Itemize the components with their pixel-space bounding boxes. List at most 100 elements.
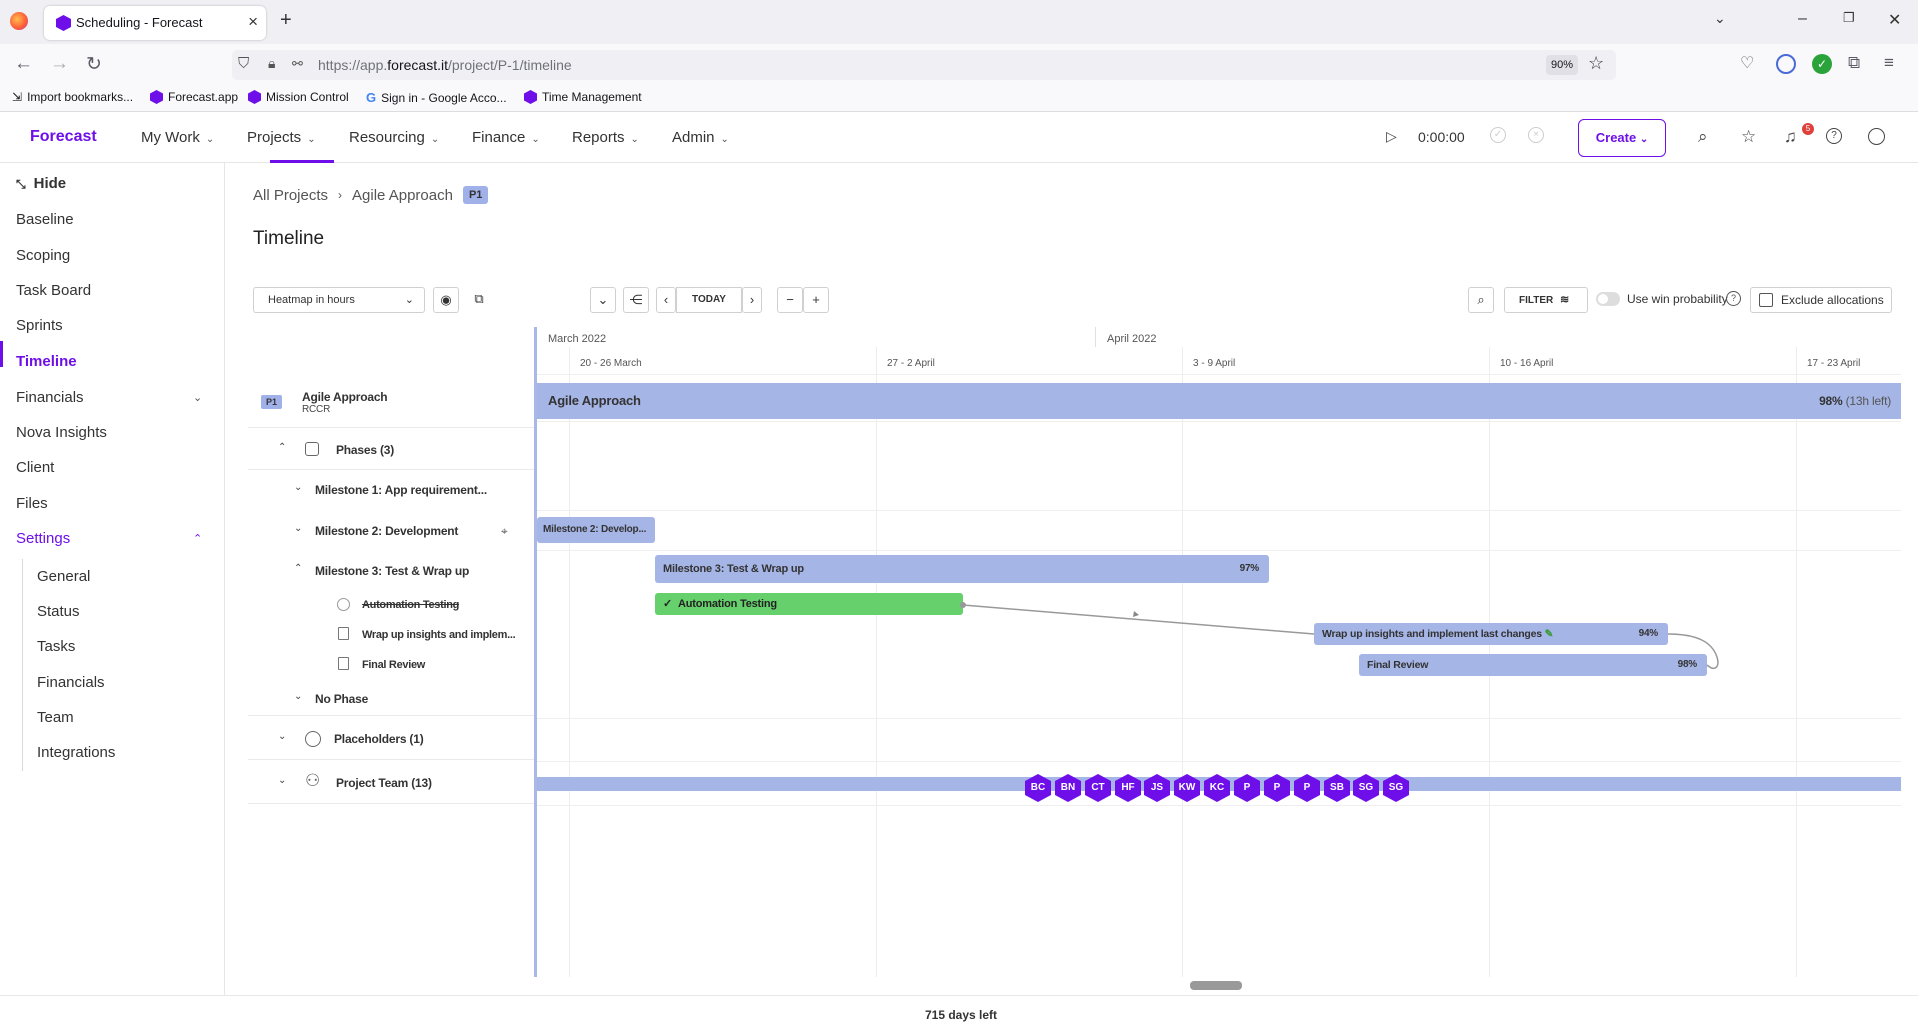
- tree-row-task-wrapup[interactable]: Wrap up insights and implem...: [248, 620, 534, 650]
- tree-row-no-phase[interactable]: ⌄ No Phase: [248, 682, 534, 716]
- tab-close-icon[interactable]: ×: [248, 12, 258, 32]
- sidebar-item-files[interactable]: Files: [16, 495, 48, 512]
- minimize-icon[interactable]: –: [1798, 10, 1807, 28]
- automation-testing-bar[interactable]: ✓ Automation Testing: [655, 593, 963, 615]
- milestone-2-bar[interactable]: Milestone 2: Develop...: [537, 517, 655, 543]
- pocket-icon[interactable]: ♡: [1740, 53, 1754, 73]
- sidebar-sub-integrations[interactable]: Integrations: [37, 744, 115, 761]
- timeline-canvas[interactable]: March 2022 April 2022 20 - 26 March 27 -…: [534, 327, 1901, 977]
- help-icon[interactable]: ?: [1826, 128, 1842, 144]
- sidebar-item-scoping[interactable]: Scoping: [16, 247, 70, 264]
- zoom-in-button[interactable]: +: [803, 287, 829, 313]
- chevron-down-icon[interactable]: ⌄: [278, 775, 286, 786]
- forward-arrow-icon[interactable]: →: [50, 53, 69, 75]
- chevron-down-icon[interactable]: ⌄: [278, 731, 286, 742]
- collapse-all-button[interactable]: ⌄: [590, 287, 616, 313]
- timer-check-icon[interactable]: ✓: [1490, 127, 1506, 143]
- notifications-bell-icon[interactable]: ♫: [1784, 127, 1797, 147]
- filter-button[interactable]: FILTER ≋: [1504, 287, 1588, 313]
- sidebar-sub-team[interactable]: Team: [37, 709, 74, 726]
- menu-resourcing[interactable]: Resourcing ⌄: [349, 129, 439, 146]
- new-tab-icon[interactable]: +: [280, 9, 292, 32]
- horizontal-scrollbar[interactable]: [1190, 981, 1242, 990]
- favorites-star-icon[interactable]: ☆: [1741, 127, 1756, 147]
- timer-cancel-icon[interactable]: ×: [1528, 127, 1544, 143]
- back-arrow-icon[interactable]: ←: [14, 53, 33, 75]
- tree-row-placeholders[interactable]: ⌄ Placeholders (1): [248, 716, 534, 760]
- tree-row-project[interactable]: P1 Agile Approach RCCR: [248, 378, 534, 428]
- sidebar-item-settings[interactable]: Settings: [16, 530, 70, 547]
- crumb-project[interactable]: Agile Approach: [352, 187, 453, 204]
- sidebar-sub-status[interactable]: Status: [37, 603, 80, 620]
- chevron-up-icon[interactable]: ⌃: [278, 442, 286, 453]
- extension-check-icon[interactable]: ✓: [1812, 54, 1832, 74]
- prev-period-button[interactable]: ‹: [656, 287, 676, 313]
- help-icon[interactable]: ?: [1726, 291, 1741, 306]
- create-button[interactable]: Create ⌄: [1578, 119, 1666, 157]
- window-close-icon[interactable]: ✕: [1888, 10, 1901, 30]
- bookmark-time-management[interactable]: Time Management: [524, 90, 642, 104]
- sidebar-item-nova-insights[interactable]: Nova Insights: [16, 424, 107, 441]
- restore-icon[interactable]: ❐: [1843, 10, 1855, 26]
- heatmap-select[interactable]: Heatmap in hours ⌄: [253, 287, 425, 313]
- url-bar[interactable]: ⛉ 🔒︎ ⚯ https://app.forecast.it/project/P…: [232, 50, 1616, 80]
- milestone-3-bar[interactable]: Milestone 3: Test & Wrap up 97%: [655, 555, 1269, 583]
- extensions-puzzle-icon[interactable]: ⧉: [1848, 53, 1860, 73]
- chevron-down-icon[interactable]: ⌄: [193, 391, 202, 404]
- today-button[interactable]: TODAY: [676, 287, 742, 313]
- exclude-allocations-button[interactable]: Exclude allocations: [1750, 287, 1892, 313]
- menu-my-work[interactable]: My Work ⌄: [141, 129, 214, 146]
- timer-play-icon[interactable]: ▷: [1386, 128, 1397, 145]
- tree-row-milestone-2[interactable]: ⌄ Milestone 2: Development: [248, 515, 534, 547]
- extension-shield-icon[interactable]: [1776, 54, 1796, 74]
- search-icon[interactable]: ⌕: [1698, 127, 1708, 147]
- chevron-down-icon[interactable]: ⌄: [294, 482, 302, 493]
- done-check-icon[interactable]: [337, 598, 350, 611]
- bookmark-import[interactable]: ⇲ Import bookmarks...: [12, 90, 133, 104]
- tree-row-phases[interactable]: ⌃ Phases (3): [248, 428, 534, 470]
- tree-row-milestone-3[interactable]: ⌃ Milestone 3: Test & Wrap up: [248, 555, 534, 587]
- hamburger-menu-icon[interactable]: ≡: [1884, 53, 1894, 73]
- lock-icon[interactable]: 🔒︎: [268, 55, 275, 72]
- sidebar-sub-general[interactable]: General: [37, 568, 90, 585]
- bookmark-google-signin[interactable]: G Sign in - Google Acco...: [366, 90, 507, 105]
- bookmark-star-icon[interactable]: ☆: [1588, 53, 1604, 74]
- target-crosshair-icon[interactable]: ⌖: [501, 524, 508, 539]
- menu-reports[interactable]: Reports ⌄: [572, 129, 639, 146]
- sidebar-item-baseline[interactable]: Baseline: [16, 211, 74, 228]
- tab-list-chevron-icon[interactable]: ⌄: [1714, 10, 1726, 27]
- zoom-out-button[interactable]: −: [777, 287, 803, 313]
- profile-avatar-icon[interactable]: [1868, 128, 1885, 145]
- chevron-up-icon[interactable]: ⌃: [294, 563, 302, 574]
- sidebar-item-financials[interactable]: Financials: [16, 389, 84, 406]
- tree-row-project-team[interactable]: ⌄ ⚇ Project Team (13): [248, 760, 534, 804]
- sidebar-item-sprints[interactable]: Sprints: [16, 317, 63, 334]
- final-review-bar[interactable]: Final Review 98%: [1359, 654, 1707, 676]
- sidebar-hide[interactable]: ⤡ Hide: [16, 175, 66, 192]
- menu-admin[interactable]: Admin ⌄: [672, 129, 729, 146]
- sidebar-sub-financials[interactable]: Financials: [37, 674, 105, 691]
- tree-row-task-final-review[interactable]: Final Review: [248, 650, 534, 680]
- timeline-search-button[interactable]: ⌕: [1468, 287, 1494, 313]
- brand-logo[interactable]: Forecast: [30, 128, 97, 146]
- win-probability-toggle[interactable]: [1596, 292, 1620, 306]
- crumb-all-projects[interactable]: All Projects: [253, 187, 328, 204]
- reload-icon[interactable]: ↻: [86, 53, 102, 76]
- copy-layout-button[interactable]: ⧉: [466, 287, 492, 313]
- sidebar-item-client[interactable]: Client: [16, 459, 54, 476]
- next-period-button[interactable]: ›: [742, 287, 762, 313]
- zoom-level-badge[interactable]: 90%: [1546, 55, 1578, 75]
- bookmark-mission-control[interactable]: Mission Control: [248, 90, 349, 104]
- chevron-down-icon[interactable]: ⌄: [294, 523, 302, 534]
- bookmark-forecast-app[interactable]: Forecast.app: [150, 90, 238, 104]
- menu-finance[interactable]: Finance ⌄: [472, 129, 540, 146]
- sidebar-item-task-board[interactable]: Task Board: [16, 282, 91, 299]
- wrapup-bar[interactable]: Wrap up insights and implement last chan…: [1314, 623, 1668, 645]
- tree-row-milestone-1[interactable]: ⌄ Milestone 1: App requirement...: [248, 474, 534, 506]
- sidebar-item-timeline[interactable]: Timeline: [16, 353, 77, 370]
- sidebar-sub-tasks[interactable]: Tasks: [37, 638, 75, 655]
- tree-row-task-automation[interactable]: Automation Testing: [248, 590, 534, 620]
- permissions-icon[interactable]: ⚯: [292, 56, 303, 72]
- chevron-down-icon[interactable]: ⌄: [294, 691, 302, 702]
- dependencies-button[interactable]: ⋲: [623, 287, 649, 313]
